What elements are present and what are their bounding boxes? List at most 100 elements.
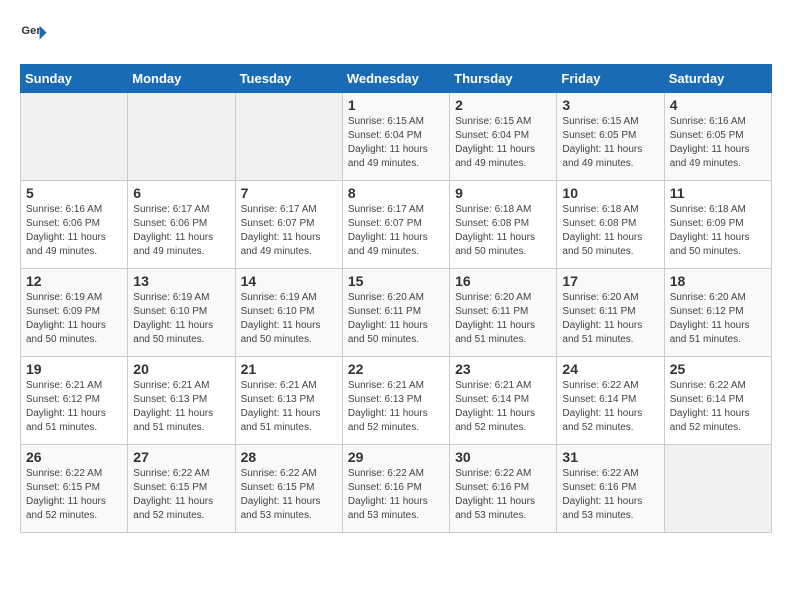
day-info: Sunrise: 6:20 AM Sunset: 6:11 PM Dayligh… <box>455 291 551 347</box>
day-number: 9 <box>455 185 551 201</box>
calendar-table: SundayMondayTuesdayWednesdayThursdayFrid… <box>20 64 772 533</box>
calendar-cell: 2 Sunrise: 6:15 AM Sunset: 6:04 PM Daylig… <box>450 93 557 181</box>
weekday-header-wednesday: Wednesday <box>342 65 449 93</box>
day-info: Sunrise: 6:22 AM Sunset: 6:16 PM Dayligh… <box>562 467 658 523</box>
weekday-header-saturday: Saturday <box>664 65 771 93</box>
calendar-cell: 3 Sunrise: 6:15 AM Sunset: 6:05 PM Daylig… <box>557 93 664 181</box>
day-info: Sunrise: 6:16 AM Sunset: 6:06 PM Dayligh… <box>26 203 122 259</box>
day-info: Sunrise: 6:18 AM Sunset: 6:08 PM Dayligh… <box>562 203 658 259</box>
logo: Gen <box>20 20 52 48</box>
calendar-cell: 6 Sunrise: 6:17 AM Sunset: 6:06 PM Daylig… <box>128 181 235 269</box>
calendar-cell: 27 Sunrise: 6:22 AM Sunset: 6:15 PM Dayli… <box>128 445 235 533</box>
calendar-cell: 31 Sunrise: 6:22 AM Sunset: 6:16 PM Dayli… <box>557 445 664 533</box>
day-info: Sunrise: 6:16 AM Sunset: 6:05 PM Dayligh… <box>670 115 766 171</box>
calendar-cell: 5 Sunrise: 6:16 AM Sunset: 6:06 PM Daylig… <box>21 181 128 269</box>
day-number: 20 <box>133 361 229 377</box>
day-info: Sunrise: 6:22 AM Sunset: 6:16 PM Dayligh… <box>348 467 444 523</box>
calendar-cell: 10 Sunrise: 6:18 AM Sunset: 6:08 PM Dayli… <box>557 181 664 269</box>
day-info: Sunrise: 6:20 AM Sunset: 6:12 PM Dayligh… <box>670 291 766 347</box>
day-info: Sunrise: 6:15 AM Sunset: 6:05 PM Dayligh… <box>562 115 658 171</box>
day-number: 2 <box>455 97 551 113</box>
calendar-cell: 25 Sunrise: 6:22 AM Sunset: 6:14 PM Dayli… <box>664 357 771 445</box>
day-info: Sunrise: 6:22 AM Sunset: 6:16 PM Dayligh… <box>455 467 551 523</box>
day-info: Sunrise: 6:17 AM Sunset: 6:06 PM Dayligh… <box>133 203 229 259</box>
weekday-header-friday: Friday <box>557 65 664 93</box>
calendar-cell: 11Sunrise: 6:18 AM Sunset: 6:09 PM Dayli… <box>664 181 771 269</box>
day-info: Sunrise: 6:17 AM Sunset: 6:07 PM Dayligh… <box>348 203 444 259</box>
calendar-cell: 1 Sunrise: 6:15 AM Sunset: 6:04 PM Daylig… <box>342 93 449 181</box>
day-info: Sunrise: 6:21 AM Sunset: 6:13 PM Dayligh… <box>348 379 444 435</box>
day-number: 21 <box>241 361 337 377</box>
weekday-header-monday: Monday <box>128 65 235 93</box>
calendar-cell: 28Sunrise: 6:22 AM Sunset: 6:15 PM Dayli… <box>235 445 342 533</box>
day-number: 12 <box>26 273 122 289</box>
day-info: Sunrise: 6:21 AM Sunset: 6:14 PM Dayligh… <box>455 379 551 435</box>
day-info: Sunrise: 6:19 AM Sunset: 6:10 PM Dayligh… <box>241 291 337 347</box>
day-number: 5 <box>26 185 122 201</box>
day-number: 30 <box>455 449 551 465</box>
calendar-cell: 26 Sunrise: 6:22 AM Sunset: 6:15 PM Dayli… <box>21 445 128 533</box>
calendar-cell: 21 Sunrise: 6:21 AM Sunset: 6:13 PM Dayli… <box>235 357 342 445</box>
day-number: 26 <box>26 449 122 465</box>
day-info: Sunrise: 6:19 AM Sunset: 6:10 PM Dayligh… <box>133 291 229 347</box>
day-number: 24 <box>562 361 658 377</box>
day-number: 19 <box>26 361 122 377</box>
day-number: 4 <box>670 97 766 113</box>
day-number: 14 <box>241 273 337 289</box>
day-info: Sunrise: 6:22 AM Sunset: 6:15 PM Dayligh… <box>26 467 122 523</box>
calendar-cell <box>128 93 235 181</box>
weekday-header-thursday: Thursday <box>450 65 557 93</box>
calendar-cell: 18Sunrise: 6:20 AM Sunset: 6:12 PM Dayli… <box>664 269 771 357</box>
day-number: 29 <box>348 449 444 465</box>
day-number: 3 <box>562 97 658 113</box>
day-info: Sunrise: 6:22 AM Sunset: 6:15 PM Dayligh… <box>133 467 229 523</box>
day-number: 1 <box>348 97 444 113</box>
calendar-cell: 24Sunrise: 6:22 AM Sunset: 6:14 PM Dayli… <box>557 357 664 445</box>
calendar-cell: 19 Sunrise: 6:21 AM Sunset: 6:12 PM Dayli… <box>21 357 128 445</box>
day-info: Sunrise: 6:20 AM Sunset: 6:11 PM Dayligh… <box>348 291 444 347</box>
day-number: 17 <box>562 273 658 289</box>
page-header: Gen <box>20 20 772 48</box>
weekday-header-sunday: Sunday <box>21 65 128 93</box>
calendar-cell: 23 Sunrise: 6:21 AM Sunset: 6:14 PM Dayli… <box>450 357 557 445</box>
calendar-cell: 9 Sunrise: 6:18 AM Sunset: 6:08 PM Daylig… <box>450 181 557 269</box>
day-info: Sunrise: 6:18 AM Sunset: 6:09 PM Dayligh… <box>670 203 766 259</box>
day-info: Sunrise: 6:15 AM Sunset: 6:04 PM Dayligh… <box>455 115 551 171</box>
day-number: 8 <box>348 185 444 201</box>
day-info: Sunrise: 6:22 AM Sunset: 6:15 PM Dayligh… <box>241 467 337 523</box>
calendar-cell: 12 Sunrise: 6:19 AM Sunset: 6:09 PM Dayli… <box>21 269 128 357</box>
calendar-cell: 13 Sunrise: 6:19 AM Sunset: 6:10 PM Dayli… <box>128 269 235 357</box>
day-number: 25 <box>670 361 766 377</box>
day-number: 16 <box>455 273 551 289</box>
calendar-cell: 17 Sunrise: 6:20 AM Sunset: 6:11 PM Dayli… <box>557 269 664 357</box>
weekday-header-tuesday: Tuesday <box>235 65 342 93</box>
day-info: Sunrise: 6:21 AM Sunset: 6:13 PM Dayligh… <box>133 379 229 435</box>
calendar-cell: 20 Sunrise: 6:21 AM Sunset: 6:13 PM Dayli… <box>128 357 235 445</box>
day-number: 13 <box>133 273 229 289</box>
day-number: 10 <box>562 185 658 201</box>
calendar-cell: 14 Sunrise: 6:19 AM Sunset: 6:10 PM Dayli… <box>235 269 342 357</box>
calendar-cell: 15 Sunrise: 6:20 AM Sunset: 6:11 PM Dayli… <box>342 269 449 357</box>
calendar-cell: 29 Sunrise: 6:22 AM Sunset: 6:16 PM Dayli… <box>342 445 449 533</box>
day-number: 22 <box>348 361 444 377</box>
day-number: 31 <box>562 449 658 465</box>
calendar-cell: 22 Sunrise: 6:21 AM Sunset: 6:13 PM Dayli… <box>342 357 449 445</box>
calendar-cell <box>664 445 771 533</box>
day-info: Sunrise: 6:21 AM Sunset: 6:12 PM Dayligh… <box>26 379 122 435</box>
day-number: 15 <box>348 273 444 289</box>
logo-icon: Gen <box>20 20 48 48</box>
day-info: Sunrise: 6:18 AM Sunset: 6:08 PM Dayligh… <box>455 203 551 259</box>
day-number: 27 <box>133 449 229 465</box>
calendar-cell: 7 Sunrise: 6:17 AM Sunset: 6:07 PM Daylig… <box>235 181 342 269</box>
calendar-cell <box>235 93 342 181</box>
day-info: Sunrise: 6:22 AM Sunset: 6:14 PM Dayligh… <box>670 379 766 435</box>
day-number: 23 <box>455 361 551 377</box>
day-info: Sunrise: 6:21 AM Sunset: 6:13 PM Dayligh… <box>241 379 337 435</box>
day-number: 6 <box>133 185 229 201</box>
day-info: Sunrise: 6:17 AM Sunset: 6:07 PM Dayligh… <box>241 203 337 259</box>
day-info: Sunrise: 6:20 AM Sunset: 6:11 PM Dayligh… <box>562 291 658 347</box>
day-number: 7 <box>241 185 337 201</box>
calendar-cell: 4 Sunrise: 6:16 AM Sunset: 6:05 PM Daylig… <box>664 93 771 181</box>
day-info: Sunrise: 6:19 AM Sunset: 6:09 PM Dayligh… <box>26 291 122 347</box>
day-info: Sunrise: 6:15 AM Sunset: 6:04 PM Dayligh… <box>348 115 444 171</box>
